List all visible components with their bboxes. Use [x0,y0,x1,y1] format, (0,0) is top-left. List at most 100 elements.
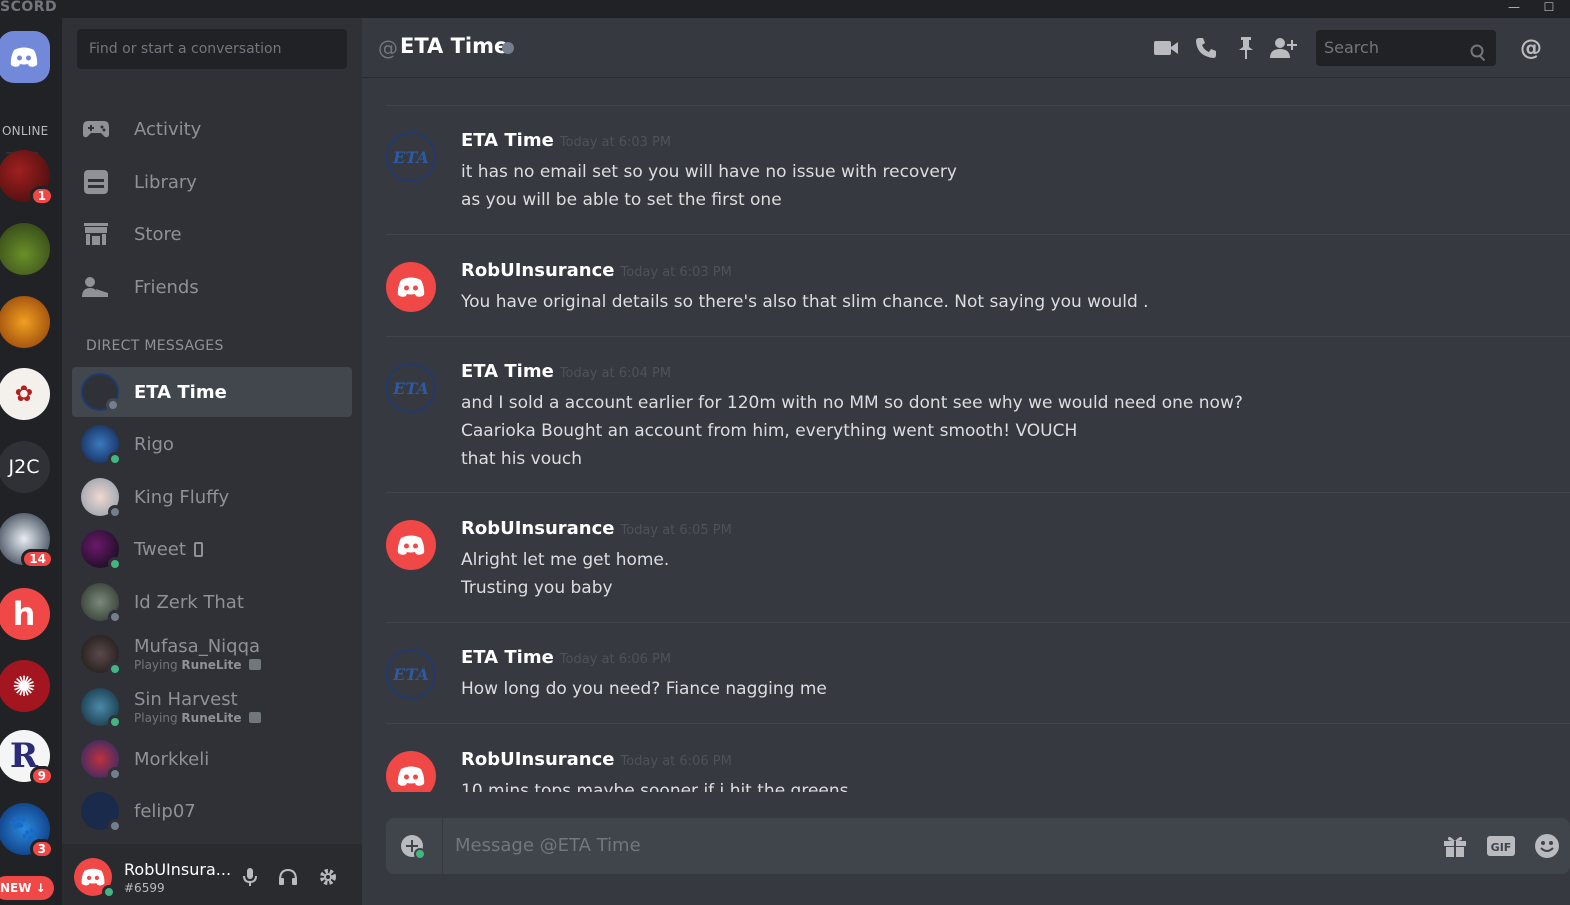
message-divider [386,622,1570,623]
nav-activity[interactable]: Activity [72,107,352,151]
message-timestamp: Today at 6:03 PM [559,135,672,150]
at-symbol: @ [378,36,398,60]
nav-store[interactable]: Store [72,212,352,256]
message-timestamp: Today at 6:04 PM [559,366,672,381]
status-indicator [108,767,122,781]
add-friend-icon[interactable] [1270,34,1298,62]
status-indicator [108,662,122,676]
dm-item-mufasa[interactable]: Mufasa_Niqqa Playing RuneLite [72,629,352,679]
dm-item-felip07[interactable]: felip07 [72,786,352,836]
mention-badge: 1 [29,186,54,206]
avatar[interactable]: ETA [386,649,436,699]
mobile-icon [193,541,203,557]
guild-icon[interactable]: 🐾 3 [0,803,54,859]
dm-item-eta-time[interactable]: ETA Time [72,367,352,417]
emoji-icon[interactable] [1532,832,1562,860]
message-content: and I sold a account earlier for 120m wi… [461,393,1243,469]
message-author[interactable]: ETA Time Today at 6:03 PM [461,130,671,151]
message-content: How long do you need? Fiance nagging me [461,679,827,699]
video-call-icon[interactable] [1152,34,1180,62]
dm-name: Id Zerk That [134,591,244,613]
message-content: 10 mins tops maybe sooner if i hit the g… [461,781,849,792]
maximize-icon[interactable]: ☐ [1538,0,1560,16]
discord-logo-icon [10,47,38,67]
gif-icon[interactable]: GIF [1486,832,1516,860]
microphone-icon[interactable] [238,865,262,889]
dm-item-king-fluffy[interactable]: King Fluffy [72,472,352,522]
avatar[interactable] [386,262,436,312]
dm-name: felip07 [134,800,196,822]
avatar [81,478,122,519]
dm-item-sin-harvest[interactable]: Sin Harvest Playing RuneLite [72,682,352,732]
gift-icon[interactable] [1440,832,1470,860]
nav-library[interactable]: Library [72,160,352,204]
dm-name: Tweet [134,538,186,560]
message-divider [386,723,1570,724]
avatar[interactable] [386,751,436,792]
message-author[interactable]: ETA Time Today at 6:04 PM [461,361,671,382]
settings-gear-icon[interactable] [316,865,340,889]
svg-text:GIF: GIF [1491,841,1512,854]
message-author[interactable]: RobUInsurance Today at 6:05 PM [461,518,732,539]
avatar[interactable] [386,520,436,570]
avatar[interactable] [74,858,116,899]
rich-presence-icon [249,659,262,670]
dm-item-morkkeli[interactable]: Morkkeli [72,734,352,784]
avatar[interactable]: ETA [386,363,436,413]
message-divider [386,105,1570,106]
activity-status: Playing RuneLite [134,658,262,672]
new-unreads-button[interactable]: NEW ↓ [0,876,54,900]
guild-icon[interactable]: 14 [0,513,54,569]
home-button[interactable] [0,31,50,83]
avatar [81,373,120,412]
nav-label: Friends [134,276,199,298]
message-timestamp: Today at 6:03 PM [620,265,732,280]
status-indicator [106,398,120,412]
status-indicator [108,715,122,729]
dm-item-tweet[interactable]: Tweet [72,524,352,574]
online-count-label: ONLINE [2,124,49,138]
avatar [81,583,122,624]
guild-icon[interactable]: ✿ [0,368,50,420]
message-author[interactable]: RobUInsurance Today at 6:06 PM [461,749,732,770]
avatar [81,792,122,833]
title-bar: SCORD — ☐ [0,0,1570,18]
guild-icon[interactable]: 1 [0,150,54,206]
guild-icon[interactable]: R 9 [0,730,54,786]
message-timestamp: Today at 6:06 PM [620,754,732,769]
status-indicator [108,505,122,519]
nav-friends[interactable]: Friends [72,265,352,309]
dm-item-id-zerk-that[interactable]: Id Zerk That [72,577,352,627]
pin-icon[interactable] [1232,34,1260,62]
guild-icon[interactable] [0,223,50,275]
avatar [81,740,122,781]
mention-badge: 14 [21,549,54,569]
message-author[interactable]: ETA Time Today at 6:06 PM [461,647,671,668]
upload-attachment-icon[interactable] [398,832,428,862]
chat-header: @ ETA Time Search @ [362,18,1570,78]
message-timestamp: Today at 6:05 PM [620,523,732,538]
avatar[interactable]: ETA [386,132,436,182]
message-author[interactable]: RobUInsurance Today at 6:03 PM [461,260,732,281]
guild-icon[interactable] [0,296,50,348]
app-brand: SCORD [0,0,58,15]
guild-icon[interactable]: ✺ [0,660,50,712]
mentions-icon[interactable]: @ [1517,34,1545,62]
dm-name: King Fluffy [134,486,230,508]
message-input[interactable]: Message @ETA Time [455,835,641,856]
username: RobUInsura... [124,860,232,879]
voice-call-icon[interactable] [1192,34,1220,62]
guild-icon[interactable]: J2C [0,441,50,493]
find-conversation-input[interactable]: Find or start a conversation [77,29,347,69]
nav-label: Store [134,223,182,245]
search-input[interactable]: Search [1316,30,1496,66]
avatar [81,688,122,729]
message-divider [386,234,1570,235]
minimize-icon[interactable]: — [1503,0,1525,16]
mention-badge: 9 [29,766,54,786]
guild-icon[interactable]: h [0,588,50,640]
dm-name: Morkkeli [134,748,210,770]
nav-label: Library [134,171,197,193]
dm-item-rigo[interactable]: Rigo [72,419,352,469]
headphones-icon[interactable] [276,865,300,889]
